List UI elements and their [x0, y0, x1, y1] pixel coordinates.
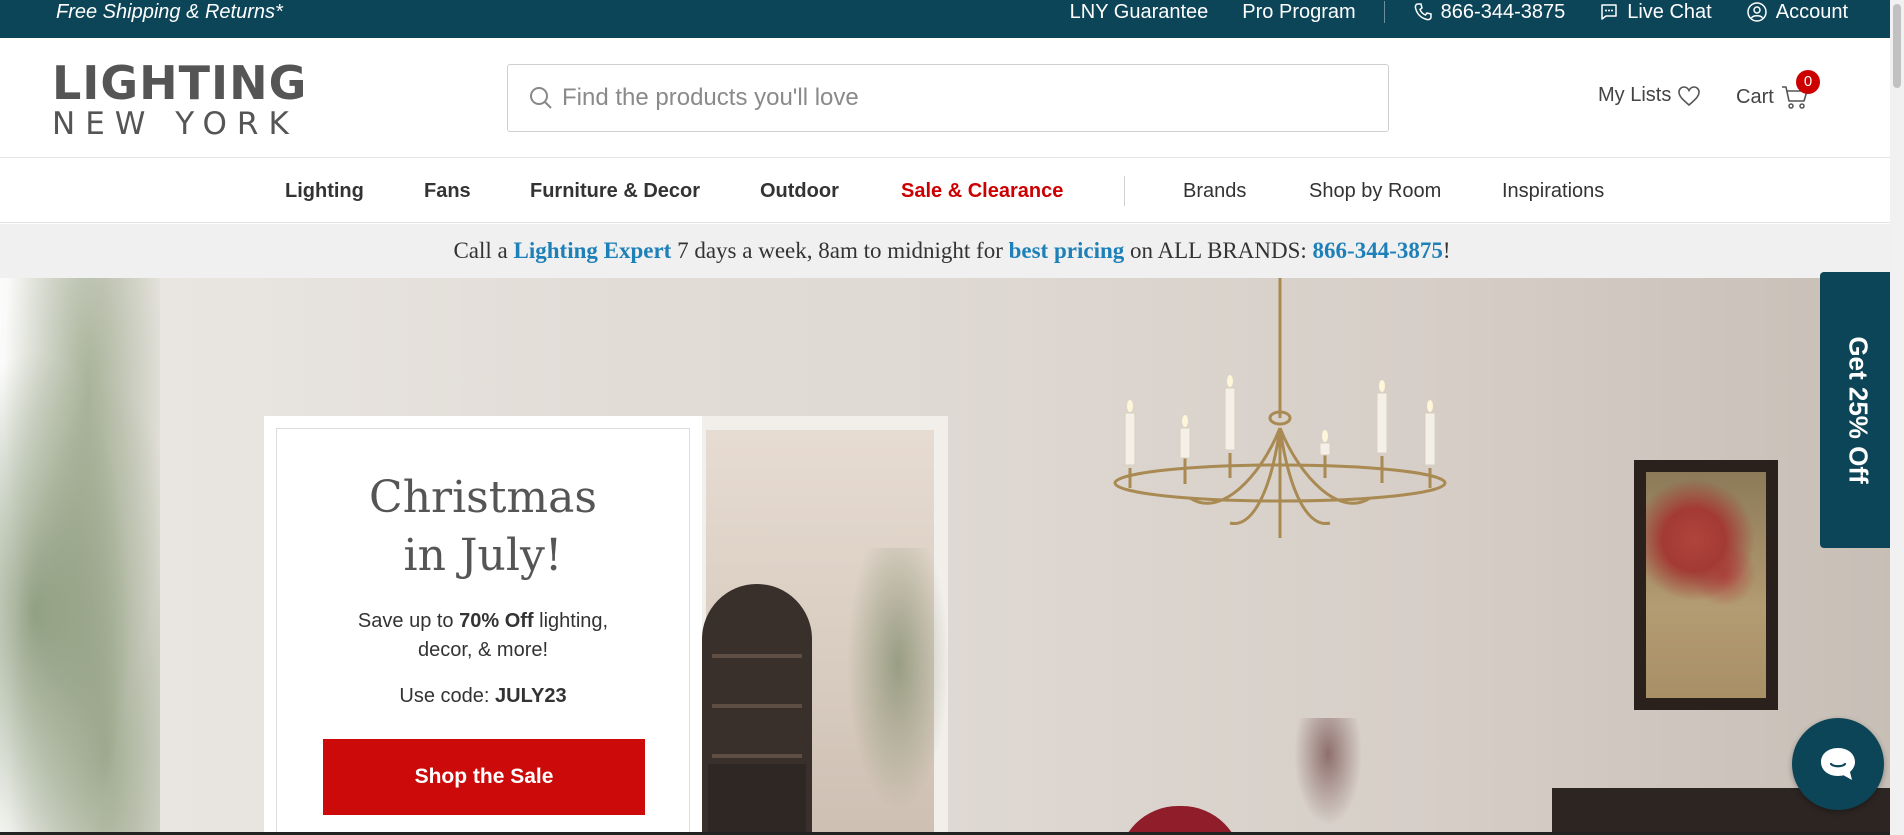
shelf-cabinet: [708, 764, 806, 835]
nav-shop-by-room[interactable]: Shop by Room: [1309, 159, 1441, 223]
scrollbar[interactable]: [1890, 0, 1904, 835]
cart-count-badge: 0: [1796, 70, 1820, 94]
search-placeholder: Find the products you'll love: [562, 84, 859, 111]
hero-plant-middle: [838, 548, 958, 835]
promo-title-line-1: Christmas: [369, 472, 597, 523]
expert-text-2: 7 days a week, 8am to midnight for: [671, 238, 1009, 263]
side-tab-label: Get 25% Off: [1843, 336, 1874, 484]
shelf-board: [712, 654, 802, 658]
top-links: LNY Guarantee Pro Program 866-344-3875 L…: [1070, 0, 1848, 24]
divider: [1383, 1, 1385, 23]
my-lists-label: My Lists: [1598, 84, 1672, 106]
cart-label: Cart: [1736, 85, 1774, 108]
expert-text-3: on ALL BRANDS:: [1124, 238, 1313, 263]
hero-flower-vase: [1288, 718, 1368, 835]
chat-button[interactable]: [1792, 718, 1884, 810]
lny-guarantee-link[interactable]: LNY Guarantee: [1070, 1, 1209, 24]
nav-fans[interactable]: Fans: [424, 159, 471, 223]
nav-brands[interactable]: Brands: [1183, 159, 1246, 223]
nav-lighting[interactable]: Lighting: [285, 159, 364, 223]
nav-furniture-decor[interactable]: Furniture & Decor: [530, 159, 700, 223]
hero-painting: [1634, 460, 1778, 710]
best-pricing-link[interactable]: best pricing: [1009, 238, 1125, 263]
painting-canvas: [1646, 472, 1766, 698]
hero-plant-left: [0, 278, 160, 835]
search-input[interactable]: Find the products you'll love: [507, 64, 1389, 132]
site-header: LIGHTING NEW YORK Find the products you'…: [0, 38, 1904, 158]
shelf-board: [712, 754, 802, 758]
account-link[interactable]: Account: [1746, 1, 1848, 24]
chandelier-image: [1113, 278, 1447, 538]
promo-discount: 70% Off: [459, 610, 534, 632]
hero-banner[interactable]: Christmas in July! Save up to 70% Off lig…: [0, 278, 1904, 835]
logo-line-2: NEW YORK: [52, 106, 299, 142]
nav-outdoor[interactable]: Outdoor: [760, 159, 839, 223]
promo-title: Christmas in July!: [277, 469, 689, 585]
expert-text-1: Call a: [453, 238, 514, 263]
hero-red-chair: [1118, 806, 1242, 835]
main-nav: Lighting Fans Furniture & Decor Outdoor …: [0, 159, 1904, 223]
hero-bookshelf: [702, 584, 812, 835]
free-shipping-promo[interactable]: Free Shipping & Returns*: [56, 0, 283, 24]
nav-divider: [1124, 176, 1125, 206]
get-25-off-tab[interactable]: Get 25% Off: [1820, 272, 1896, 548]
chat-icon: [1821, 748, 1855, 780]
heart-icon: [1678, 85, 1701, 106]
phone-number: 866-344-3875: [1440, 0, 1566, 23]
search-icon: [530, 87, 552, 109]
promo-title-line-2: in July!: [403, 530, 563, 581]
shelf-board: [712, 704, 802, 708]
shop-the-sale-button[interactable]: Shop the Sale: [323, 739, 645, 815]
nav-sale-clearance[interactable]: Sale & Clearance: [901, 159, 1063, 223]
phone-link[interactable]: 866-344-3875: [1413, 0, 1566, 24]
phone-icon: [1414, 3, 1432, 21]
promo-code-label: Use code:: [399, 685, 496, 707]
my-lists-link[interactable]: My Lists: [1598, 84, 1701, 107]
promo-card: Christmas in July! Save up to 70% Off lig…: [264, 416, 702, 835]
expert-phone-link[interactable]: 866-344-3875: [1313, 238, 1443, 263]
user-circle-icon: [1746, 2, 1767, 22]
promo-code-line: Use code: JULY23: [277, 685, 689, 708]
logo[interactable]: LIGHTING NEW YORK: [52, 60, 312, 140]
chat-bubble-icon: [1601, 4, 1617, 20]
top-bar: Free Shipping & Returns* LNY Guarantee P…: [0, 0, 1904, 38]
lighting-expert-link[interactable]: Lighting Expert: [514, 238, 672, 263]
live-chat-label: Live Chat: [1627, 0, 1712, 23]
expert-banner: Call a Lighting Expert 7 days a week, 8a…: [0, 224, 1904, 278]
promo-card-inner: Christmas in July! Save up to 70% Off lig…: [276, 428, 690, 834]
promo-code: JULY23: [495, 685, 567, 707]
promo-description: Save up to 70% Off lighting, decor, & mo…: [333, 607, 633, 665]
logo-line-1: LIGHTING: [52, 56, 308, 110]
promo-desc-1: Save up to: [357, 610, 460, 632]
pro-program-link[interactable]: Pro Program: [1242, 1, 1355, 24]
live-chat-link[interactable]: Live Chat: [1599, 1, 1712, 24]
scrollbar-thumb[interactable]: [1893, 4, 1901, 88]
expert-text-4: !: [1442, 238, 1451, 263]
account-label: Account: [1775, 0, 1848, 23]
nav-inspirations[interactable]: Inspirations: [1502, 159, 1604, 223]
